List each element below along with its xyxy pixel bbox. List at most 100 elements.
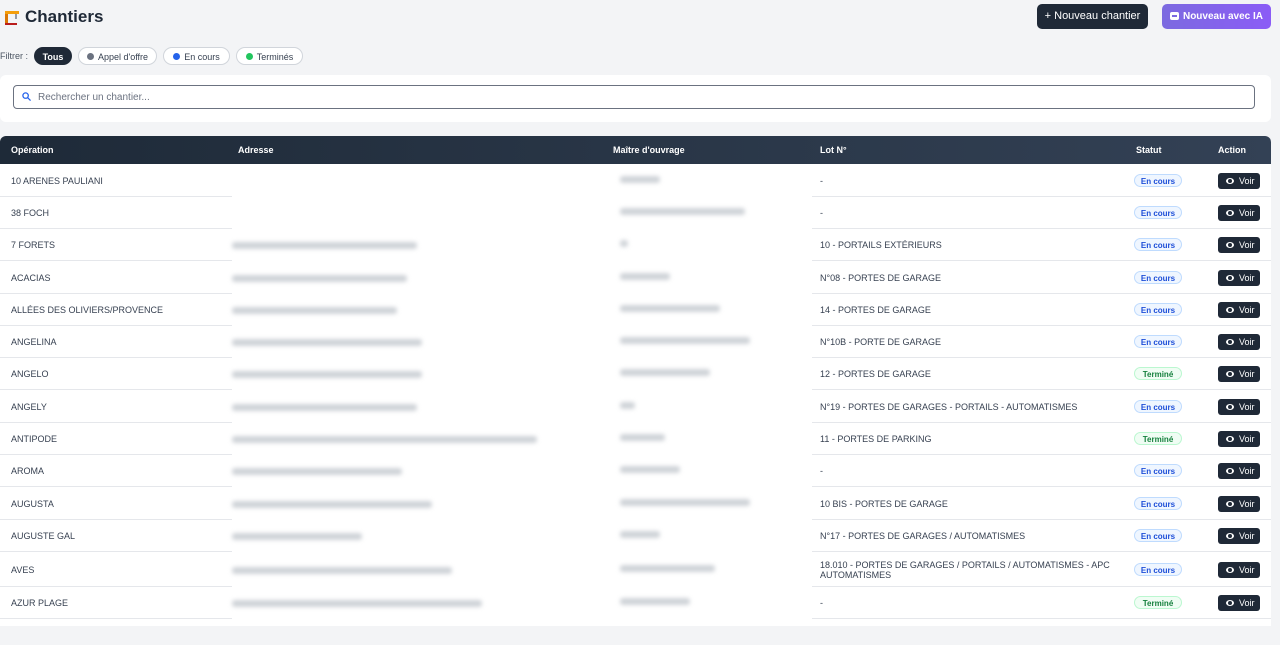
redacted-address (232, 275, 407, 282)
cell-lot: N°10B - PORTE DE GARAGE (820, 337, 941, 347)
status-badge: En cours (1134, 563, 1182, 576)
search-box[interactable] (13, 85, 1255, 109)
eye-icon (1226, 339, 1234, 345)
redacted-address (232, 567, 452, 574)
status-badge: Terminé (1134, 367, 1182, 380)
view-button[interactable]: Voir (1218, 431, 1260, 447)
table-row: AUGUSTA 10 BIS - PORTES DE GARAGE En cours… (0, 487, 1271, 520)
redacted-owner (620, 369, 710, 376)
redacted-address (232, 468, 402, 475)
view-button[interactable]: Voir (1218, 562, 1260, 578)
eye-icon (1226, 501, 1234, 507)
search-icon (22, 92, 31, 101)
view-button[interactable]: Voir (1218, 496, 1260, 512)
redacted-owner (620, 176, 660, 183)
view-button-label: Voir (1239, 402, 1255, 412)
filter-chip-in-progress[interactable]: En cours (163, 47, 230, 65)
redacted-address (232, 533, 362, 540)
status-badge: En cours (1134, 529, 1182, 542)
filter-label: Filtrer : (0, 51, 28, 61)
view-button-label: Voir (1239, 176, 1255, 186)
cell-lot: N°08 - PORTES DE GARAGE (820, 273, 941, 283)
status-badge: En cours (1134, 206, 1182, 219)
redacted-owner (620, 531, 660, 538)
view-button-label: Voir (1239, 208, 1255, 218)
sites-table: Opération Adresse Maître d'ouvrage Lot N… (0, 136, 1271, 626)
cell-lot: 14 - PORTES DE GARAGE (820, 305, 931, 315)
table-row: ANGELINA N°10B - PORTE DE GARAGE En cours V… (0, 326, 1271, 358)
redacted-owner (620, 565, 715, 572)
view-button[interactable]: Voir (1218, 237, 1260, 253)
eye-icon (1226, 275, 1234, 281)
filter-chip-finished[interactable]: Terminés (236, 47, 303, 65)
page-header: Chantiers + Nouveau chantier Nouveau ave… (0, 0, 1280, 36)
cell-lot: 11 - PORTES DE PARKING (820, 434, 932, 444)
eye-icon (1226, 533, 1234, 539)
view-button-label: Voir (1239, 434, 1255, 444)
status-badge: Terminé (1134, 432, 1182, 445)
cell-lot: 10 - PORTAILS EXTÉRIEURS (820, 240, 942, 250)
view-button[interactable]: Voir (1218, 399, 1260, 415)
page-gutter (1271, 136, 1280, 626)
cell-lot: - (820, 176, 823, 186)
cell-lot: - (820, 466, 823, 476)
redacted-address (232, 600, 482, 607)
status-badge: En cours (1134, 335, 1182, 348)
view-button-label: Voir (1239, 598, 1255, 608)
search-card (0, 75, 1271, 122)
status-badge: En cours (1134, 497, 1182, 510)
cell-lot: 12 - PORTES DE GARAGE (820, 369, 931, 379)
cell-operation: AZUR PLAGE (11, 598, 69, 608)
view-button[interactable]: Voir (1218, 173, 1260, 189)
cell-operation: AVES (11, 565, 35, 575)
view-button[interactable]: Voir (1218, 463, 1260, 479)
status-badge: En cours (1134, 400, 1182, 413)
redacted-owner (620, 434, 665, 441)
view-button[interactable]: Voir (1218, 205, 1260, 221)
cell-operation: 38 FOCH (11, 208, 50, 218)
cell-operation: ACACIAS (11, 273, 51, 283)
redacted-owner (620, 240, 628, 247)
new-with-ai-button[interactable]: Nouveau avec IA (1162, 4, 1271, 29)
column-header-action: Action (1218, 145, 1246, 155)
redacted-owner (620, 499, 750, 506)
eye-icon (1226, 600, 1234, 606)
view-button[interactable]: Voir (1218, 595, 1260, 611)
eye-icon (1226, 210, 1234, 216)
view-button-label: Voir (1239, 273, 1255, 283)
column-header-lot: Lot N° (820, 145, 847, 155)
table-row: ANGELY N°19 - PORTES DE GARAGES - PORTAIL… (0, 390, 1271, 423)
cell-operation: AROMA (11, 466, 45, 476)
redacted-owner (620, 305, 720, 312)
view-button[interactable]: Voir (1218, 270, 1260, 286)
cell-operation: AUGUSTA (11, 499, 54, 509)
search-input[interactable] (38, 86, 1238, 108)
eye-icon (1226, 307, 1234, 313)
cell-operation: ANGELINA (11, 337, 57, 347)
redacted-address (232, 501, 432, 508)
view-button[interactable]: Voir (1218, 366, 1260, 382)
view-button-label: Voir (1239, 305, 1255, 315)
robot-icon (1169, 12, 1179, 20)
view-button[interactable]: Voir (1218, 334, 1260, 350)
cell-lot: 18.010 - PORTES DE GARAGES / PORTAILS / … (820, 560, 1110, 580)
filter-chip-tender[interactable]: Appel d'offre (78, 47, 157, 65)
redacted-owner (620, 598, 690, 605)
status-dot-icon (86, 53, 94, 60)
new-site-button[interactable]: + Nouveau chantier (1037, 4, 1148, 29)
redacted-address (232, 307, 397, 314)
table-row: AUGUSTE GAL N°17 - PORTES DE GARAGES / AU… (0, 520, 1271, 552)
view-button[interactable]: Voir (1218, 528, 1260, 544)
filter-chip-all[interactable]: Tous (34, 47, 72, 65)
redacted-address (232, 339, 422, 346)
cell-lot: - (820, 598, 823, 608)
status-badge: En cours (1134, 174, 1182, 187)
table-row: 7 FORETS 10 - PORTAILS EXTÉRIEURS En cours… (0, 229, 1271, 261)
view-button[interactable]: Voir (1218, 302, 1260, 318)
view-button-label: Voir (1239, 337, 1255, 347)
new-with-ai-label: Nouveau avec IA (1182, 11, 1264, 22)
cell-lot: 10 BIS - PORTES DE GARAGE (820, 499, 948, 509)
view-button-label: Voir (1239, 565, 1255, 575)
view-button-label: Voir (1239, 240, 1255, 250)
table-row: AROMA - En cours Voir (0, 455, 1271, 487)
